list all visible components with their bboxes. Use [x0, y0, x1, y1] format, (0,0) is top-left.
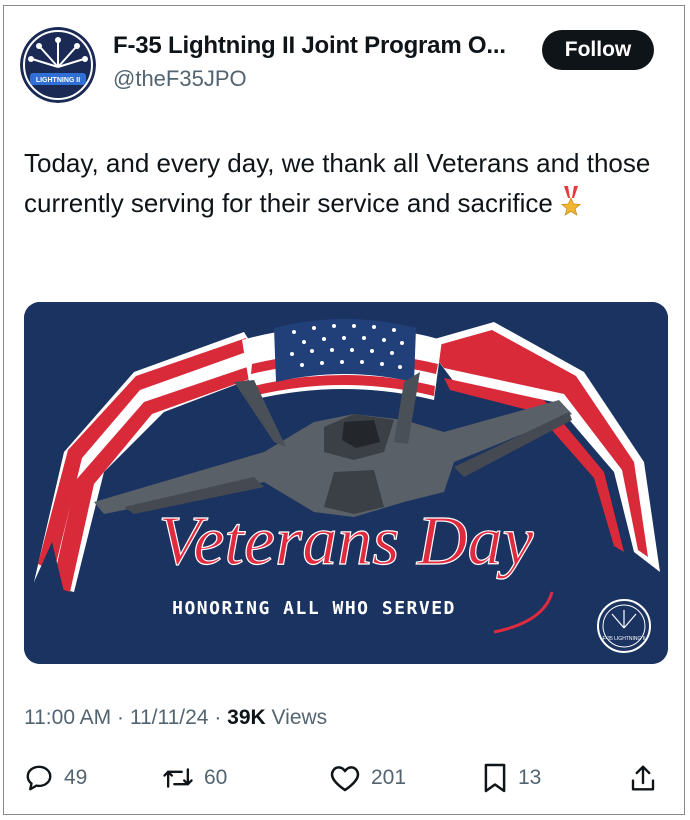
reply-icon [26, 765, 52, 791]
views-label: Views [271, 706, 328, 729]
tweet-meta: 11:00 AM · 11/11/24 · 39K Views [24, 706, 327, 730]
program-badge: F-35 LIGHTNING II [597, 599, 651, 653]
tweet-date[interactable]: 11/11/24 [130, 706, 209, 729]
meta-separator: · [208, 706, 228, 729]
repost-count: 60 [204, 766, 228, 789]
reply-count: 49 [64, 766, 88, 789]
repost-icon [163, 768, 193, 788]
avatar[interactable]: LIGHTNING II [20, 27, 96, 103]
like-count: 201 [371, 766, 407, 789]
account-handle[interactable]: @theF35JPO [113, 66, 247, 92]
bookmark-count: 13 [518, 766, 542, 789]
repost-button[interactable]: 60 [162, 758, 227, 798]
reply-button[interactable]: 49 [24, 758, 87, 798]
share-icon [631, 765, 655, 791]
badge-text: F-35 LIGHTNING II [602, 636, 645, 642]
bookmark-icon [484, 763, 506, 793]
image-subline: HONORING ALL WHO SERVED [172, 598, 456, 619]
avatar-text: LIGHTNING II [36, 77, 80, 84]
tweet-image[interactable]: Veterans Day HONORING ALL WHO SERVED F-3… [24, 302, 668, 664]
like-button[interactable]: 201 [329, 758, 406, 798]
tweet-text-block: Today, and every day, we thank all Veter… [24, 143, 664, 227]
tweet-time[interactable]: 11:00 AM [24, 706, 111, 729]
action-bar: 49 60 201 13 [0, 758, 690, 798]
tweet-text: Today, and every day, we thank all Veter… [24, 148, 651, 218]
views-count: 39K [227, 706, 266, 729]
share-button[interactable] [628, 758, 658, 798]
bookmark-button[interactable]: 13 [482, 758, 541, 798]
display-name[interactable]: F-35 Lightning II Joint Program O... [113, 32, 506, 60]
follow-button[interactable]: Follow [542, 30, 654, 70]
military-medal-icon [559, 186, 583, 227]
meta-separator: · [111, 706, 130, 729]
image-headline: Veterans Day [158, 503, 534, 580]
heart-icon [330, 766, 360, 792]
